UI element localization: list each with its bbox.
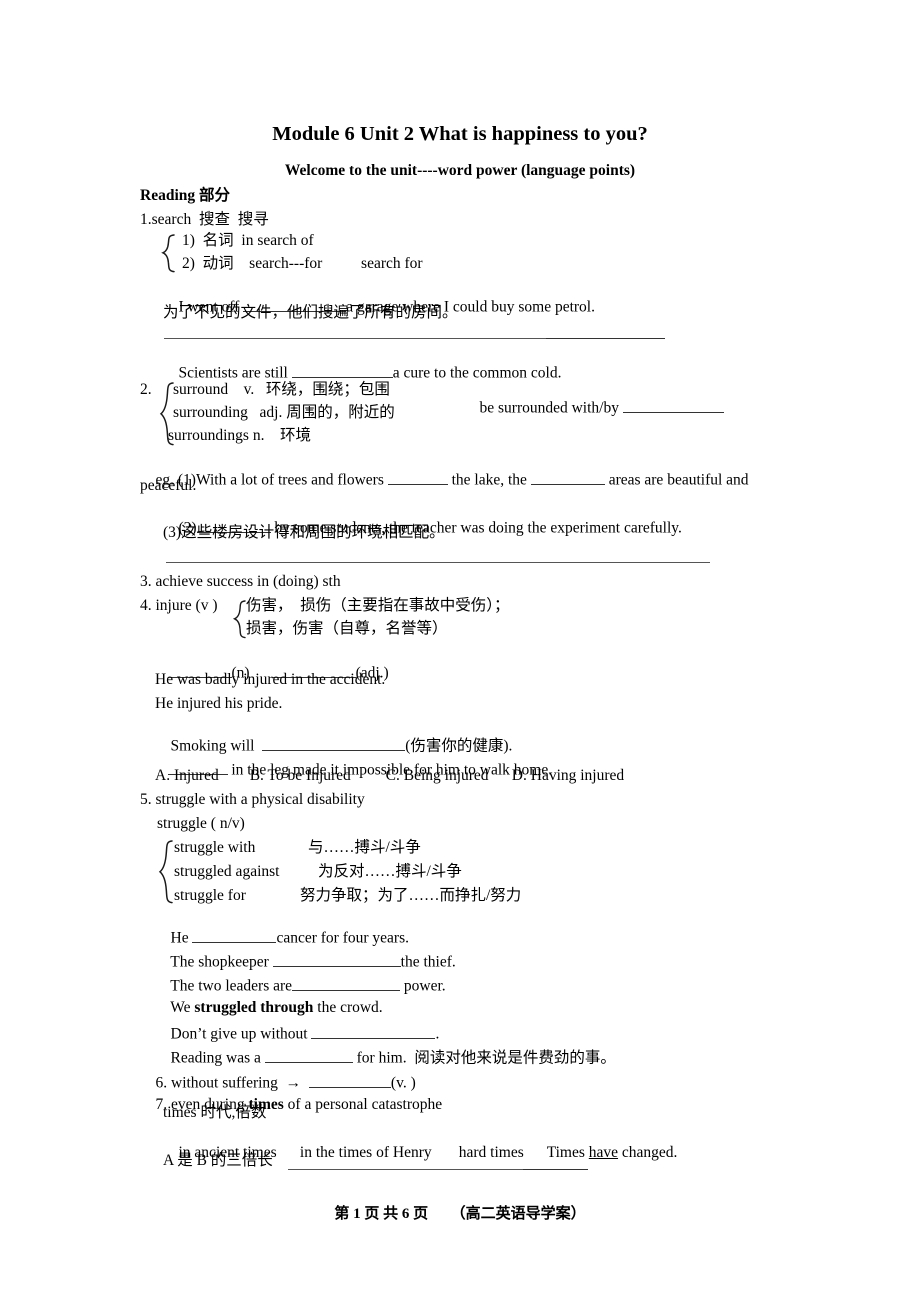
entry-5-phrase-2-en: struggled against xyxy=(174,863,280,880)
entry-7-examples-underlined: have xyxy=(588,1143,619,1161)
entry-1-sub-1: 1) 名词 in search of xyxy=(182,232,314,249)
entry-5-phrase-2-cn: 为反对……搏斗/斗争 xyxy=(318,863,462,880)
entry-1-example-2-text-b: a cure to the common cold. xyxy=(392,363,562,381)
entry-5-headword: 5. struggle with a physical disability xyxy=(140,791,365,808)
answer-rule[interactable] xyxy=(523,1169,588,1170)
document-page: Module 6 Unit 2 What is happiness to you… xyxy=(0,0,920,1302)
entry-1-headword: 1.search 搜查 搜寻 xyxy=(140,211,269,228)
blank-field[interactable] xyxy=(387,470,448,485)
page-title: Module 6 Unit 2 What is happiness to you… xyxy=(272,123,648,145)
answer-rule[interactable] xyxy=(288,1169,523,1170)
entry-4-example-1: He was badly injured in the accident. xyxy=(155,671,386,688)
entry-2-line-1-right: be surrounded with/by xyxy=(464,382,724,431)
blank-field[interactable] xyxy=(291,363,393,378)
entry-2-example-1-text-c: areas are beautiful and xyxy=(604,470,749,488)
entry-2-example-1-text-b: the lake, the xyxy=(447,470,531,488)
page-subtitle: Welcome to the unit----word power (langu… xyxy=(284,162,636,179)
entry-2-example-3: (3)这些楼房设计得和周围的环境相匹配。 xyxy=(163,524,445,541)
answer-rule[interactable] xyxy=(546,338,665,339)
entry-7-text-b: of a personal catastrophe xyxy=(283,1095,443,1113)
entry-5-phrase-3-en: struggle for xyxy=(174,887,246,904)
entry-2-line-3: surroundings n. 环境 xyxy=(168,427,311,444)
entry-5-phrase-1-cn: 与……搏斗/斗争 xyxy=(308,839,421,856)
entry-4-example-2: He injured his pride. xyxy=(155,695,283,712)
entry-5-pos: struggle ( n/v) xyxy=(157,815,245,832)
entry-1-chinese-prompt: 为了不见的文件，他们搜遍了所有的房间。 xyxy=(163,304,458,321)
entry-7-examples-text-b: changed. xyxy=(618,1143,678,1161)
entry-7-chinese-prompt: A 是 B 的三倍长 xyxy=(163,1152,273,1169)
brace-2-line-search xyxy=(160,233,176,277)
entry-3-headword: 3. achieve success in (doing) sth xyxy=(140,573,341,590)
entry-2-line-1: surround v. 环绕，围绕；包围 xyxy=(173,381,390,398)
entry-4-sense-2: 损害，伤害（自尊，名誉等） xyxy=(246,620,448,637)
entry-7-gloss: times 时代,倍数 xyxy=(163,1104,267,1121)
entry-1-sub-2: 2) 动词 search---for search for xyxy=(182,255,423,272)
entry-4-headword: 4. injure (v ) xyxy=(140,597,218,614)
entry-2-collocation: be surrounded with/by xyxy=(479,398,623,416)
blank-field[interactable] xyxy=(622,398,724,413)
answer-rule[interactable] xyxy=(166,562,710,563)
entry-5-example-3-text-b: power. xyxy=(400,976,446,994)
entry-1-example-2-text-a: Scientists are still xyxy=(178,363,292,381)
entry-2-example-1-cont: peaceful. xyxy=(140,477,197,494)
brace-2-line-injure xyxy=(232,599,247,643)
entry-2-number: 2. xyxy=(140,381,152,398)
entry-4-sense-1: 伤害， 损伤（主要指在事故中受伤）； xyxy=(246,597,510,614)
entry-2-example-1: eg. (1)With a lot of trees and flowers t… xyxy=(140,454,749,503)
section-heading: Reading 部分 xyxy=(140,187,230,204)
entry-5-phrase-3-cn: 努力争取；为了……而挣扎/努力 xyxy=(300,887,522,904)
entry-2-line-2: surrounding adj. 周围的，附近的 xyxy=(173,404,395,421)
entry-5-phrase-1-en: struggle with xyxy=(174,839,256,856)
answer-rule[interactable] xyxy=(164,338,546,339)
entry-4-choices[interactable]: A. Injured B. To be Injured C. Being inj… xyxy=(155,768,624,784)
brace-3-line-struggle xyxy=(157,839,174,907)
blank-field[interactable] xyxy=(530,470,605,485)
page-footer: 第 1 页 共 6 页 （高二英语导学案） xyxy=(334,1206,586,1222)
